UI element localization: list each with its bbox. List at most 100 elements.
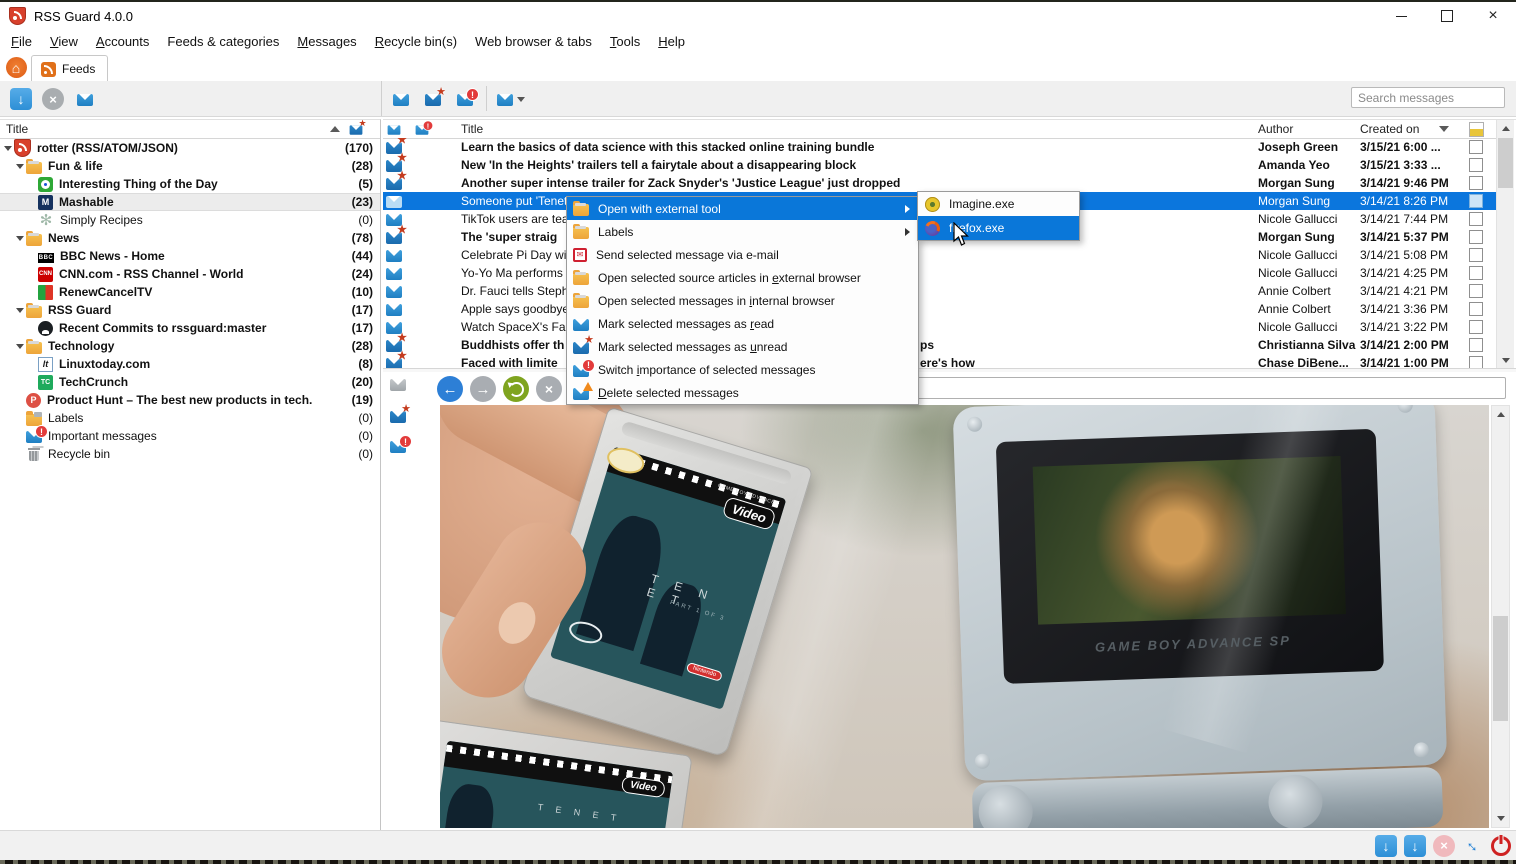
menu-tools[interactable]: Tools [601,31,649,52]
enclosure-checkbox[interactable] [1469,266,1483,280]
collapse-arrow-icon[interactable] [16,164,26,169]
scrollbar-thumb[interactable] [1493,616,1508,721]
power-quit-button[interactable] [1491,836,1511,856]
title-column-header[interactable]: Title [445,122,1258,136]
feed-item-cnn-com-rss-channel-world[interactable]: CNNCNN.com - RSS Channel - World(24) [0,265,380,283]
feed-item-recycle-bin[interactable]: Recycle bin(0) [0,445,380,463]
messages-column-header[interactable]: Title Author Created on [383,120,1497,139]
message-row[interactable]: Watch SpaceX's FalcNicole Gallucci3/14/2… [383,318,1497,336]
collapse-arrow-icon[interactable] [16,308,26,313]
menu-accounts[interactable]: Accounts [87,31,158,52]
collapse-arrow-icon[interactable] [16,344,26,349]
feed-item-recent-commits-to-rssguard-master[interactable]: Recent Commits to rssguard:master(17) [0,319,380,337]
menu-help[interactable]: Help [649,31,694,52]
feed-item-interesting-thing-of-the-day[interactable]: Interesting Thing of the Day(5) [0,175,380,193]
feed-item-fun-life[interactable]: Fun & life(28) [0,157,380,175]
stop-updates-button[interactable]: × [40,86,66,112]
feed-item-important-messages[interactable]: Important messages(0) [0,427,380,445]
context-menu-item-open-selected-source-articles-in-external-browser[interactable]: Open selected source articles in externa… [567,266,918,289]
mark-feeds-read-button[interactable] [72,86,98,112]
feed-item-renewcanceltv[interactable]: RenewCancelTV(10) [0,283,380,301]
feed-item-news[interactable]: News(78) [0,229,380,247]
context-menu-item-open-selected-messages-in-internal-browser[interactable]: Open selected messages in internal brows… [567,289,918,312]
menu-messages[interactable]: Messages [288,31,365,52]
home-tab-button[interactable] [3,55,29,80]
menu-web-browser-tabs[interactable]: Web browser & tabs [466,31,601,52]
context-menu-item-send-selected-message-via-e-mail[interactable]: Send selected message via e-mail [567,243,918,266]
close-button[interactable]: × [1470,2,1516,30]
context-menu-item-labels[interactable]: Labels [567,220,918,243]
fullscreen-icon[interactable]: ↔ [1462,835,1484,857]
feed-item-bbc-news-home[interactable]: BBCBBC News - Home(44) [0,247,380,265]
collapse-arrow-icon[interactable] [16,236,26,241]
enclosure-checkbox[interactable] [1469,158,1483,172]
enclosure-checkbox[interactable] [1469,284,1483,298]
enclosure-checkbox[interactable] [1469,302,1483,316]
stop-button[interactable]: × [536,376,562,402]
mark-all-read-button[interactable] [388,86,414,112]
feed-item-technology[interactable]: Technology(28) [0,337,380,355]
enclosure-checkbox[interactable] [1469,176,1483,190]
context-menu-item-mark-selected-messages-as-read[interactable]: Mark selected messages as read [567,312,918,335]
message-row[interactable]: Another super intense trailer for Zack S… [383,174,1497,192]
feed-item-mashable[interactable]: MMashable(23) [0,193,380,211]
envelope-important-icon[interactable] [390,441,406,453]
message-row[interactable]: Buddhists offer thpsChristianna Silva3/1… [383,336,1497,354]
submenu-item-imagine-exe[interactable]: Imagine.exe [918,192,1079,216]
collapse-arrow-icon[interactable] [4,146,14,151]
forward-button[interactable]: → [470,376,496,402]
preview-scrollbar[interactable] [1491,405,1510,828]
message-row[interactable]: New 'In the Heights' trailers tell a fai… [383,156,1497,174]
feed-item-rss-guard[interactable]: RSS Guard(17) [0,301,380,319]
back-button[interactable]: ← [437,376,463,402]
context-menu-item-delete-selected-messages[interactable]: Delete selected messages [567,381,918,404]
scrollbar-thumb[interactable] [1498,138,1513,188]
scroll-up-icon[interactable] [1497,120,1514,137]
feed-item-product-hunt-the-best-new-products-in-tech[interactable]: PProduct Hunt – The best new products in… [0,391,380,409]
download-feeds-button[interactable]: ↓ [1404,835,1426,857]
download-messages-button[interactable]: ↓ [1375,835,1397,857]
minimize-button[interactable] [1378,2,1424,30]
enclosure-checkbox[interactable] [1469,140,1483,154]
scroll-down-icon[interactable] [1497,352,1514,369]
submenu-item-firefox-exe[interactable]: firefox.exe [918,216,1079,240]
menu-feeds-categories[interactable]: Feeds & categories [158,31,288,52]
message-row[interactable]: Dr. Fauci tells StephAnnie Colbert3/14/2… [383,282,1497,300]
menu-file[interactable]: File [2,31,41,52]
mark-unread-button[interactable] [420,86,446,112]
scroll-up-icon[interactable] [1492,406,1509,423]
message-row[interactable]: Learn the basics of data science with th… [383,138,1497,156]
enclosure-checkbox[interactable] [1469,248,1483,262]
menu-view[interactable]: View [41,31,87,52]
feed-item-simply-recipes[interactable]: ✻Simply Recipes(0) [0,211,380,229]
context-menu-item-mark-selected-messages-as-unread[interactable]: Mark selected messages as unread [567,335,918,358]
enclosure-checkbox[interactable] [1469,338,1483,352]
update-feeds-button[interactable]: ↓ [8,86,34,112]
context-menu-item-switch-importance-of-selected-messages[interactable]: Switch importance of selected messages [567,358,918,381]
messages-scrollbar[interactable] [1496,120,1514,369]
feed-item-techcrunch[interactable]: TCTechCrunch(20) [0,373,380,391]
enclosure-checkbox[interactable] [1469,230,1483,244]
message-row[interactable]: Yo-Yo Ma performs sNicole Gallucci3/14/2… [383,264,1497,282]
scroll-down-icon[interactable] [1492,810,1509,827]
message-row[interactable]: Apple says goodbyeAnnie Colbert3/14/21 3… [383,300,1497,318]
enclosure-checkbox[interactable] [1469,320,1483,334]
mark-important-button[interactable] [452,86,478,112]
context-menu-item-open-with-external-tool[interactable]: Open with external tool [567,197,918,220]
menu-recycle-bin-s[interactable]: Recycle bin(s) [366,31,466,52]
feeds-column-header[interactable]: Title [0,120,380,139]
reload-button[interactable] [503,376,529,402]
message-row[interactable]: Celebrate Pi Day witNicole Gallucci3/14/… [383,246,1497,264]
message-row[interactable]: Faced with limiteere's howChase DiBene..… [383,354,1497,369]
author-column-header[interactable]: Author [1258,122,1360,136]
tab-feeds[interactable]: Feeds [31,55,108,82]
feed-item-rotter-rss-atom-json[interactable]: rotter (RSS/ATOM/JSON)(170) [0,139,380,157]
enclosure-checkbox[interactable] [1469,194,1483,208]
envelope-unread-icon[interactable] [390,411,406,423]
feed-item-labels[interactable]: Labels(0) [0,409,380,427]
read-status-menu-button[interactable] [492,86,530,112]
feed-item-linuxtoday-com[interactable]: ltLinuxtoday.com(8) [0,355,380,373]
enclosure-checkbox[interactable] [1469,212,1483,226]
envelope-gray-icon[interactable] [390,379,406,391]
created-column-header[interactable]: Created on [1360,122,1455,136]
